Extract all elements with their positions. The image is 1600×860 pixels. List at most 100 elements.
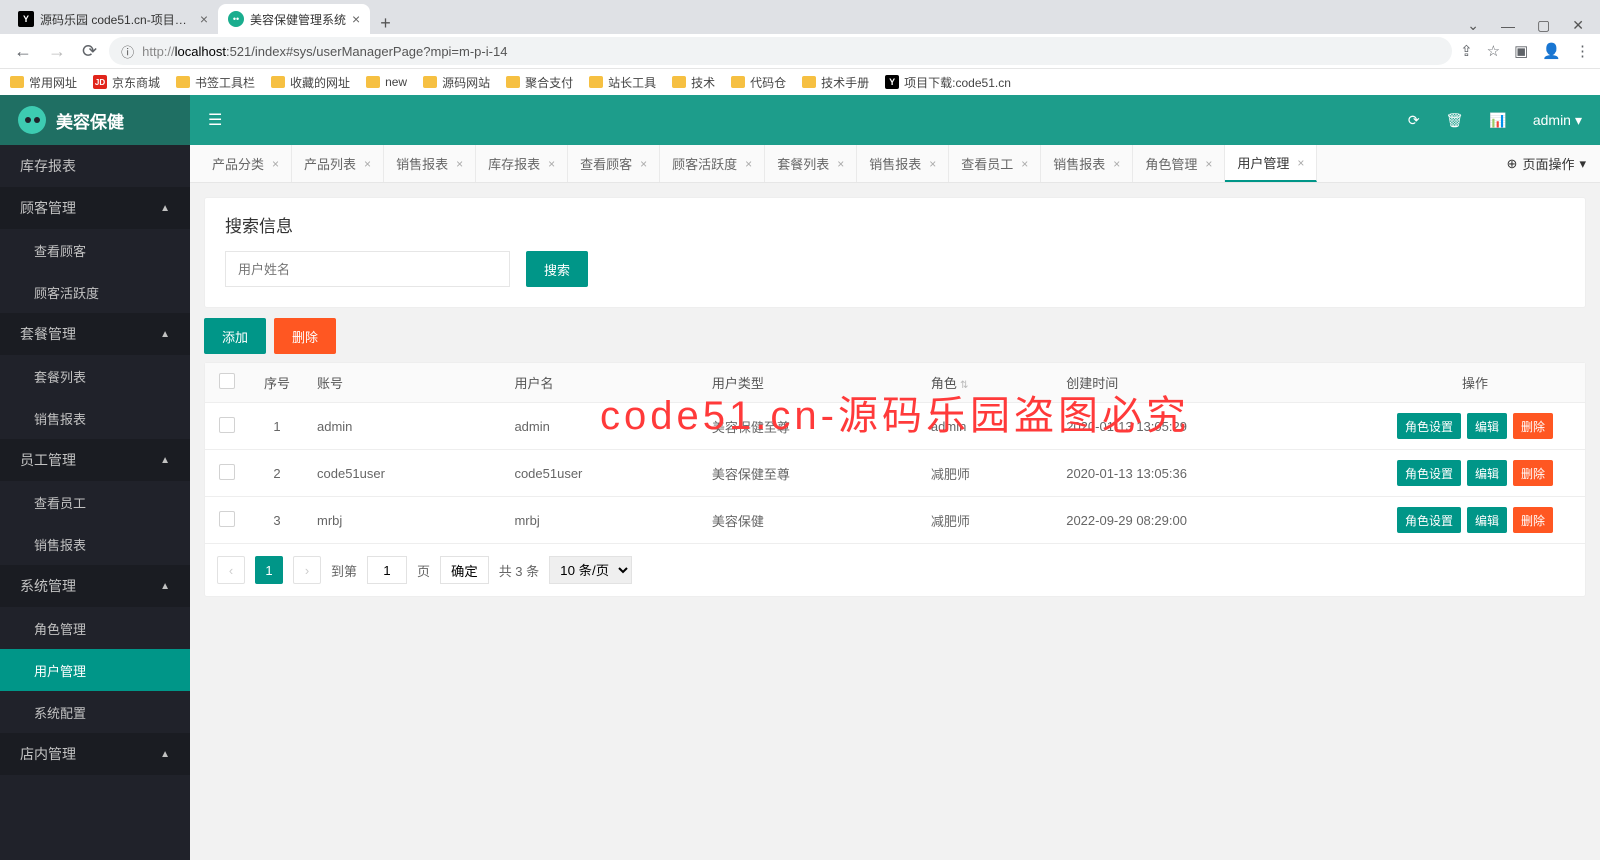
tab-item[interactable]: 套餐列表× <box>765 145 857 182</box>
close-icon[interactable]: × <box>548 157 555 171</box>
page-number[interactable]: 1 <box>255 556 283 584</box>
close-icon[interactable]: × <box>1205 157 1212 171</box>
tab-item-active[interactable]: 用户管理× <box>1225 145 1317 182</box>
maximize-icon[interactable]: ▢ <box>1537 17 1550 34</box>
browser-tab-active[interactable]: •• 美容保健管理系统 × <box>218 4 370 34</box>
next-page-button[interactable]: › <box>293 556 321 584</box>
reload-icon[interactable]: ⟳ <box>78 41 101 62</box>
bookmark-item[interactable]: 源码网站 <box>423 74 490 91</box>
back-icon[interactable]: ← <box>10 41 36 62</box>
search-button[interactable]: 搜索 <box>526 251 588 287</box>
edit-button[interactable]: 编辑 <box>1467 460 1507 486</box>
forward-icon[interactable]: → <box>44 41 70 62</box>
col-role[interactable]: 角色⇅ <box>919 363 1054 403</box>
sidebar-item-sales-report2[interactable]: 销售报表 <box>0 523 190 565</box>
close-window-icon[interactable]: ✕ <box>1572 17 1584 34</box>
row-delete-button[interactable]: 删除 <box>1513 460 1553 486</box>
tab-item[interactable]: 查看员工× <box>949 145 1041 182</box>
close-icon[interactable]: × <box>272 157 279 171</box>
close-icon[interactable]: × <box>200 11 208 27</box>
minimize-icon[interactable]: — <box>1501 18 1515 34</box>
sidebar-item-inventory[interactable]: 库存报表 <box>0 145 190 187</box>
close-icon[interactable]: × <box>456 157 463 171</box>
close-icon[interactable]: × <box>745 157 752 171</box>
page-operations[interactable]: ⊕页面操作▾ <box>1493 145 1600 182</box>
add-button[interactable]: 添加 <box>204 318 266 354</box>
sidebar-group-system[interactable]: 系统管理▲ <box>0 565 190 607</box>
chevron-down-icon[interactable]: ⌄ <box>1467 17 1479 34</box>
bookmark-item[interactable]: 代码仓 <box>731 74 786 91</box>
goto-confirm-button[interactable]: 确定 <box>440 556 489 584</box>
sidebar-item-user-mgmt[interactable]: 用户管理 <box>0 649 190 691</box>
sidebar-item-customer-activity[interactable]: 顾客活跃度 <box>0 271 190 313</box>
tab-item[interactable]: 销售报表× <box>384 145 476 182</box>
sidebar-item-view-customer[interactable]: 查看顾客 <box>0 229 190 271</box>
close-icon[interactable]: × <box>929 157 936 171</box>
bookmark-item[interactable]: 站长工具 <box>589 74 656 91</box>
row-delete-button[interactable]: 删除 <box>1513 413 1553 439</box>
tab-item[interactable]: 销售报表× <box>1041 145 1133 182</box>
close-icon[interactable]: × <box>364 157 371 171</box>
menu-icon[interactable]: ⋮ <box>1575 42 1590 60</box>
tab-item[interactable]: 产品分类× <box>200 145 292 182</box>
edit-button[interactable]: 编辑 <box>1467 413 1507 439</box>
row-delete-button[interactable]: 删除 <box>1513 507 1553 533</box>
refresh-icon[interactable]: ⟳ <box>1408 112 1420 129</box>
bookmark-item[interactable]: 收藏的网址 <box>271 74 350 91</box>
close-icon[interactable]: × <box>1113 157 1120 171</box>
bookmark-item[interactable]: 技术 <box>672 74 715 91</box>
sidebar-group-staff[interactable]: 员工管理▲ <box>0 439 190 481</box>
role-set-button[interactable]: 角色设置 <box>1397 460 1461 486</box>
sidebar-group-customer[interactable]: 顾客管理▲ <box>0 187 190 229</box>
per-page-select[interactable]: 10 条/页 <box>549 556 632 584</box>
row-checkbox[interactable] <box>219 511 235 527</box>
bookmark-item[interactable]: 聚合支付 <box>506 74 573 91</box>
role-set-button[interactable]: 角色设置 <box>1397 507 1461 533</box>
close-icon[interactable]: × <box>1021 157 1028 171</box>
row-checkbox[interactable] <box>219 464 235 480</box>
extensions-icon[interactable]: ▣ <box>1514 42 1528 60</box>
tab-item[interactable]: 库存报表× <box>476 145 568 182</box>
sidebar-group-package[interactable]: 套餐管理▲ <box>0 313 190 355</box>
tab-item[interactable]: 查看顾客× <box>568 145 660 182</box>
bookmark-item[interactable]: Y项目下载:code51.cn <box>885 74 1011 91</box>
tab-item[interactable]: 顾客活跃度× <box>660 145 765 182</box>
sidebar-item-sales-report[interactable]: 销售报表 <box>0 397 190 439</box>
tab-item[interactable]: 销售报表× <box>857 145 949 182</box>
sidebar-item-role-mgmt[interactable]: 角色管理 <box>0 607 190 649</box>
address-bar: ← → ⟳ ⓘ http://localhost:521/index#sys/u… <box>0 34 1600 68</box>
profile-icon[interactable]: 👤 <box>1542 42 1561 60</box>
browser-tab[interactable]: Y 源码乐园 code51.cn-项目论文化 × <box>8 4 218 34</box>
sidebar-item-view-staff[interactable]: 查看员工 <box>0 481 190 523</box>
role-set-button[interactable]: 角色设置 <box>1397 413 1461 439</box>
tab-item[interactable]: 产品列表× <box>292 145 384 182</box>
share-icon[interactable]: ⇪ <box>1460 42 1473 60</box>
delete-button[interactable]: 删除 <box>274 318 336 354</box>
sidebar-item-package-list[interactable]: 套餐列表 <box>0 355 190 397</box>
hamburger-icon[interactable]: ☰ <box>208 110 222 130</box>
star-icon[interactable]: ☆ <box>1487 42 1500 60</box>
bookmark-item[interactable]: 常用网址 <box>10 74 77 91</box>
goto-input[interactable] <box>367 556 407 584</box>
close-icon[interactable]: × <box>837 157 844 171</box>
sidebar-group-store[interactable]: 店内管理▲ <box>0 733 190 775</box>
sidebar-item-system-config[interactable]: 系统配置 <box>0 691 190 733</box>
row-checkbox[interactable] <box>219 417 235 433</box>
bookmark-item[interactable]: 技术手册 <box>802 74 869 91</box>
user-menu[interactable]: admin ▾ <box>1533 112 1582 129</box>
dashboard-icon[interactable]: 📊 <box>1489 112 1506 129</box>
close-icon[interactable]: × <box>640 157 647 171</box>
prev-page-button[interactable]: ‹ <box>217 556 245 584</box>
close-icon[interactable]: × <box>1297 156 1304 170</box>
new-tab-button[interactable]: + <box>370 13 401 34</box>
trash-icon[interactable]: 🗑 <box>1446 112 1464 129</box>
bookmark-item[interactable]: 书签工具栏 <box>176 74 255 91</box>
edit-button[interactable]: 编辑 <box>1467 507 1507 533</box>
url-input[interactable]: ⓘ http://localhost:521/index#sys/userMan… <box>109 37 1452 65</box>
close-icon[interactable]: × <box>352 11 360 27</box>
bookmark-item[interactable]: new <box>366 75 407 89</box>
username-search-input[interactable] <box>225 251 510 287</box>
select-all-checkbox[interactable] <box>219 373 235 389</box>
tab-item[interactable]: 角色管理× <box>1133 145 1225 182</box>
bookmark-item[interactable]: JD京东商城 <box>93 74 160 91</box>
